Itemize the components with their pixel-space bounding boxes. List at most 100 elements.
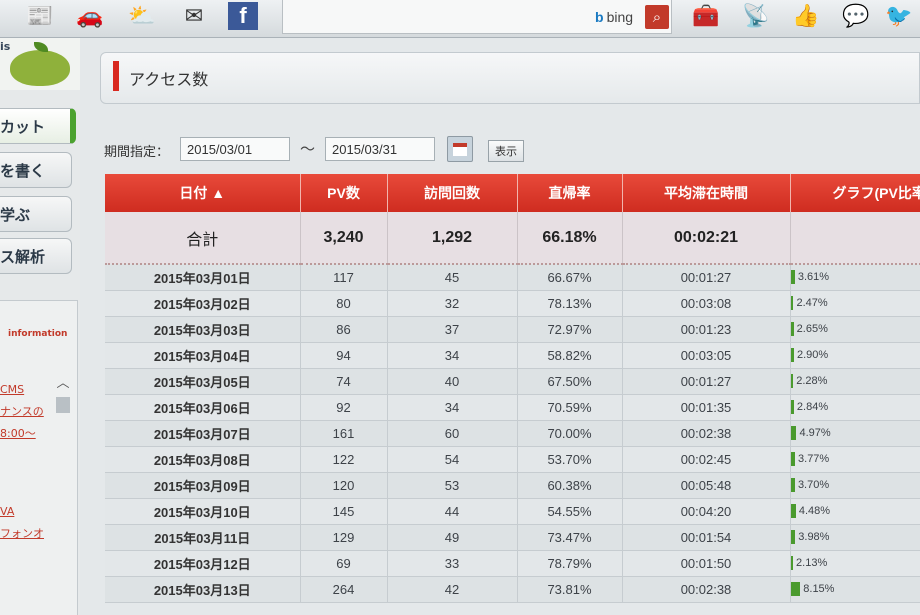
pv-ratio-label: 2.65%	[796, 323, 828, 335]
bounce-cell: 67.50%	[517, 368, 623, 395]
thumbs-up-icon[interactable]: 👍	[788, 2, 824, 32]
visits-cell: 42	[387, 576, 518, 603]
header-bounce[interactable]: 直帰率	[517, 174, 623, 212]
search-icon[interactable]: ⌕	[645, 5, 669, 29]
bounce-cell: 73.81%	[517, 576, 623, 603]
pv-ratio-bar	[790, 504, 796, 518]
visits-cell: 34	[387, 342, 518, 369]
satellite-icon[interactable]: 📡	[738, 2, 774, 32]
mail-icon[interactable]: ✉	[176, 2, 212, 32]
bounce-cell: 78.79%	[517, 550, 623, 577]
bing-label: b bing	[595, 9, 634, 25]
header-visits[interactable]: 訪問回数	[387, 174, 518, 212]
avg-time-cell: 00:01:27	[622, 368, 791, 395]
car-icon[interactable]: 🚗	[72, 2, 108, 32]
date-cell: 2015年03月04日	[105, 342, 301, 369]
pv-ratio-bar	[790, 348, 794, 362]
info-link[interactable]: フォンオ	[0, 525, 44, 541]
left-sidebar: is カット を書く 学ぶ ス解析 information ︿ CMS ナンスの…	[0, 38, 80, 615]
weather-icon[interactable]: ⛅	[124, 2, 160, 32]
pv-ratio-bar	[790, 582, 801, 596]
chat-icon[interactable]: 💬	[838, 2, 874, 32]
date-cell: 2015年03月06日	[105, 394, 301, 421]
avg-time-cell: 00:01:54	[622, 524, 791, 551]
end-date-input[interactable]	[325, 137, 435, 161]
search-box[interactable]: b bing ⌕	[282, 0, 672, 34]
facebook-icon[interactable]: f	[228, 2, 258, 30]
date-cell: 2015年03月03日	[105, 316, 301, 343]
scrollbar-thumb[interactable]	[56, 397, 70, 413]
bounce-cell: 70.59%	[517, 394, 623, 421]
header-avg-time[interactable]: 平均滞在時間	[622, 174, 791, 212]
pv-cell: 92	[300, 394, 388, 421]
total-visits: 1,292	[387, 212, 518, 265]
avg-time-cell: 00:01:27	[622, 264, 791, 291]
table-row: 2015年03月04日 94 34 58.82% 00:03:05 2.90%	[105, 342, 920, 369]
pv-cell: 161	[300, 420, 388, 447]
page-title: アクセス数	[129, 70, 209, 89]
total-bounce: 66.18%	[517, 212, 623, 265]
avg-time-cell: 00:04:20	[622, 498, 791, 525]
graph-cell: 3.61%	[790, 264, 920, 291]
pv-cell: 145	[300, 498, 388, 525]
sidebar-item-learn[interactable]: 学ぶ	[0, 196, 72, 232]
table-row: 2015年03月05日 74 40 67.50% 00:01:27 2.28%	[105, 368, 920, 395]
chevron-up-icon[interactable]: ︿	[55, 373, 71, 391]
avg-time-cell: 00:03:05	[622, 342, 791, 369]
total-row: 合計 3,240 1,292 66.18% 00:02:21	[105, 212, 920, 265]
pv-cell: 80	[300, 290, 388, 317]
bird-icon[interactable]: 🐦	[882, 2, 916, 32]
graph-cell: 3.98%	[790, 524, 920, 551]
pv-cell: 117	[300, 264, 388, 291]
sidebar-item-label: カット	[0, 117, 46, 136]
pv-cell: 86	[300, 316, 388, 343]
header-date[interactable]: 日付 ▲	[105, 174, 301, 212]
info-link[interactable]: ナンスの	[0, 403, 44, 419]
sidebar-item-analytics[interactable]: ス解析	[0, 238, 72, 274]
table-row: 2015年03月09日 120 53 60.38% 00:05:48 3.70%	[105, 472, 920, 499]
info-link[interactable]: CMS	[0, 383, 24, 396]
table-row: 2015年03月10日 145 44 54.55% 00:04:20 4.48%	[105, 498, 920, 525]
bounce-cell: 72.97%	[517, 316, 623, 343]
info-link[interactable]: VA	[0, 505, 14, 518]
bounce-cell: 70.00%	[517, 420, 623, 447]
graph-cell: 8.15%	[790, 576, 920, 603]
total-label: 合計	[105, 212, 301, 265]
graph-cell: 2.90%	[790, 342, 920, 369]
visits-cell: 49	[387, 524, 518, 551]
sidebar-item-write[interactable]: を書く	[0, 152, 72, 188]
sidebar-item-cut[interactable]: カット	[0, 108, 76, 144]
total-graph	[790, 212, 920, 265]
visits-cell: 37	[387, 316, 518, 343]
pv-ratio-label: 2.47%	[796, 297, 828, 309]
visits-cell: 54	[387, 446, 518, 473]
visits-cell: 33	[387, 550, 518, 577]
pv-cell: 129	[300, 524, 388, 551]
tools-icon[interactable]: 🧰	[688, 2, 724, 32]
info-link[interactable]: 8:00〜	[0, 425, 36, 441]
header-graph[interactable]: グラフ(PV比率	[790, 174, 920, 212]
header-pv[interactable]: PV数	[300, 174, 388, 212]
browser-toolbar: 📰 🚗 ⛅ ✉ f b bing ⌕ 🧰 📡 👍 💬 🐦	[0, 0, 920, 38]
pv-ratio-label: 3.98%	[798, 531, 830, 543]
pv-ratio-bar	[790, 530, 796, 544]
visits-cell: 34	[387, 394, 518, 421]
avg-time-cell: 00:02:38	[622, 576, 791, 603]
visits-cell: 44	[387, 498, 518, 525]
start-date-input[interactable]	[180, 137, 290, 161]
date-cell: 2015年03月08日	[105, 446, 301, 473]
show-button[interactable]: 表示	[488, 140, 524, 162]
graph-cell: 2.84%	[790, 394, 920, 421]
site-logo[interactable]: is	[0, 38, 80, 90]
table-row: 2015年03月07日 161 60 70.00% 00:02:38 4.97%	[105, 420, 920, 447]
pv-cell: 120	[300, 472, 388, 499]
sidebar-item-label: 学ぶ	[0, 205, 31, 224]
graph-cell: 2.28%	[790, 368, 920, 395]
avg-time-cell: 00:01:23	[622, 316, 791, 343]
calendar-icon[interactable]	[447, 136, 473, 162]
pv-ratio-label: 2.13%	[796, 557, 828, 569]
bounce-cell: 73.47%	[517, 524, 623, 551]
title-panel: アクセス数	[100, 52, 920, 104]
newspaper-icon[interactable]: 📰	[22, 2, 58, 32]
pv-ratio-bar	[790, 296, 794, 310]
